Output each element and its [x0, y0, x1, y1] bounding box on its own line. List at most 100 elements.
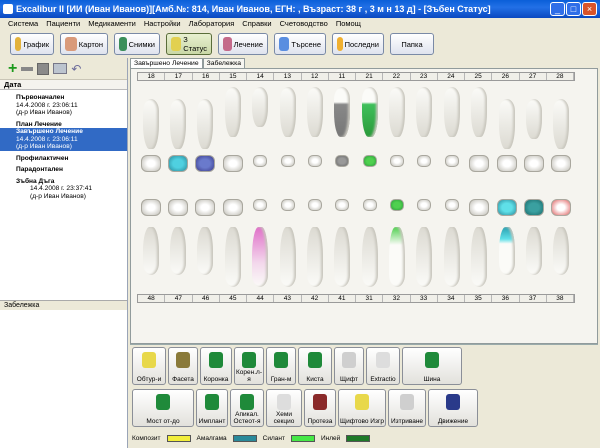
- upper-occlusal[interactable]: [523, 155, 544, 172]
- tree-node[interactable]: Парадонтален: [0, 166, 127, 174]
- date-column-header[interactable]: Дата: [0, 80, 127, 90]
- tree-node[interactable]: 14.4.2008 г. 23:06:11: [0, 135, 127, 143]
- toolbar-button[interactable]: З Статус: [166, 33, 212, 55]
- lower-tooth[interactable]: [498, 227, 515, 275]
- lower-occlusal[interactable]: [551, 199, 572, 216]
- lower-occlusal[interactable]: [523, 199, 544, 216]
- treatment-action-button[interactable]: Изтриване: [388, 389, 426, 427]
- lower-tooth[interactable]: [197, 227, 214, 275]
- lower-tooth[interactable]: [279, 227, 296, 287]
- lower-occlusal[interactable]: [280, 199, 295, 211]
- toolbar-button[interactable]: Картон: [60, 33, 108, 55]
- lower-occlusal[interactable]: [253, 199, 268, 211]
- lower-occlusal[interactable]: [469, 199, 490, 216]
- upper-occlusal[interactable]: [280, 155, 295, 167]
- close-button[interactable]: ×: [582, 2, 597, 16]
- upper-tooth[interactable]: [334, 87, 351, 137]
- square-icon[interactable]: [37, 62, 50, 75]
- upper-tooth[interactable]: [416, 87, 433, 137]
- toolbar-button[interactable]: Папка: [390, 33, 434, 55]
- treatment-action-button[interactable]: Имплант: [196, 389, 228, 427]
- remove-icon[interactable]: [21, 66, 34, 71]
- upper-occlusal[interactable]: [469, 155, 490, 172]
- upper-tooth[interactable]: [525, 99, 542, 139]
- lower-occlusal[interactable]: [496, 199, 517, 216]
- menu-item[interactable]: Справки: [238, 19, 275, 28]
- menu-item[interactable]: Настройки: [140, 19, 185, 28]
- lower-tooth[interactable]: [170, 227, 187, 275]
- upper-occlusal[interactable]: [195, 155, 216, 172]
- treatment-action-button[interactable]: Коронка: [200, 347, 232, 385]
- upper-occlusal[interactable]: [551, 155, 572, 172]
- toolbar-button[interactable]: Лечение: [218, 33, 268, 55]
- tree-node[interactable]: Зъбна Дъга: [0, 178, 127, 186]
- lower-occlusal[interactable]: [168, 199, 189, 216]
- maximize-button[interactable]: □: [566, 2, 581, 16]
- print-icon[interactable]: [53, 63, 68, 74]
- menu-item[interactable]: Счетоводство: [276, 19, 332, 28]
- upper-tooth[interactable]: [389, 87, 406, 137]
- upper-occlusal[interactable]: [444, 155, 459, 167]
- toolbar-button[interactable]: Снимки: [114, 33, 160, 55]
- tree-node[interactable]: 14.4.2008 г. 23:06:11: [0, 102, 127, 110]
- treatment-action-button[interactable]: Щифт: [334, 347, 364, 385]
- upper-tooth[interactable]: [224, 87, 241, 137]
- upper-occlusal[interactable]: [390, 155, 405, 167]
- treatment-action-button[interactable]: Хеми секцио: [266, 389, 302, 427]
- upper-tooth[interactable]: [170, 99, 187, 149]
- lower-occlusal[interactable]: [222, 199, 243, 216]
- treatment-action-button[interactable]: Гран-м: [266, 347, 296, 385]
- menu-item[interactable]: Помощ: [332, 19, 365, 28]
- upper-tooth[interactable]: [279, 87, 296, 137]
- treatment-action-button[interactable]: Мост от-до: [132, 389, 194, 427]
- tree-node[interactable]: План Лечение: [0, 121, 127, 129]
- lower-tooth[interactable]: [525, 227, 542, 275]
- upper-occlusal[interactable]: [307, 155, 322, 167]
- upper-tooth[interactable]: [498, 99, 515, 149]
- upper-tooth[interactable]: [443, 87, 460, 137]
- toolbar-button[interactable]: Последни: [332, 33, 384, 55]
- treatment-action-button[interactable]: Корен.л-я: [234, 347, 264, 385]
- tab-completed-treatment[interactable]: Завършено Лечение: [130, 58, 203, 68]
- treatment-action-button[interactable]: Щифтово Изгр: [338, 389, 386, 427]
- upper-occlusal[interactable]: [253, 155, 268, 167]
- treatment-action-button[interactable]: Протеза: [304, 389, 336, 427]
- note-textarea[interactable]: [0, 310, 127, 448]
- treatment-action-button[interactable]: Движение: [428, 389, 478, 427]
- treatment-action-button[interactable]: Обтур-и: [132, 347, 166, 385]
- toolbar-button[interactable]: График: [10, 33, 54, 55]
- lower-occlusal[interactable]: [140, 199, 161, 216]
- toolbar-button[interactable]: Търсене: [274, 33, 326, 55]
- upper-occlusal[interactable]: [140, 155, 161, 172]
- upper-occlusal[interactable]: [496, 155, 517, 172]
- lower-occlusal[interactable]: [444, 199, 459, 211]
- menu-item[interactable]: Медикаменти: [84, 19, 140, 28]
- upper-tooth[interactable]: [306, 87, 323, 137]
- lower-tooth[interactable]: [416, 227, 433, 287]
- upper-occlusal[interactable]: [222, 155, 243, 172]
- upper-tooth[interactable]: [361, 87, 378, 137]
- menu-item[interactable]: Система: [4, 19, 42, 28]
- tree-node[interactable]: (д-р Иван Иванов): [0, 193, 127, 201]
- treatment-action-button[interactable]: Апикал. Остеот-я: [230, 389, 264, 427]
- treatment-action-button[interactable]: Киста: [298, 347, 332, 385]
- lower-tooth[interactable]: [361, 227, 378, 287]
- undo-icon[interactable]: ↶: [71, 62, 81, 76]
- lower-occlusal[interactable]: [335, 199, 350, 211]
- lower-occlusal[interactable]: [362, 199, 377, 211]
- lower-tooth[interactable]: [252, 227, 269, 287]
- lower-tooth[interactable]: [443, 227, 460, 287]
- lower-tooth[interactable]: [471, 227, 488, 287]
- tree-node[interactable]: (д-р Иван Иванов): [0, 109, 127, 117]
- lower-occlusal[interactable]: [390, 199, 405, 211]
- tree-node[interactable]: (д-р Иван Иванов): [0, 143, 127, 151]
- upper-tooth[interactable]: [471, 87, 488, 137]
- upper-occlusal[interactable]: [362, 155, 377, 167]
- upper-tooth[interactable]: [197, 99, 214, 149]
- treatment-action-button[interactable]: Шина: [402, 347, 462, 385]
- tab-note[interactable]: Забележка: [202, 58, 246, 68]
- upper-tooth[interactable]: [553, 99, 570, 149]
- add-icon[interactable]: +: [8, 60, 17, 76]
- lower-tooth[interactable]: [334, 227, 351, 287]
- lower-tooth[interactable]: [306, 227, 323, 287]
